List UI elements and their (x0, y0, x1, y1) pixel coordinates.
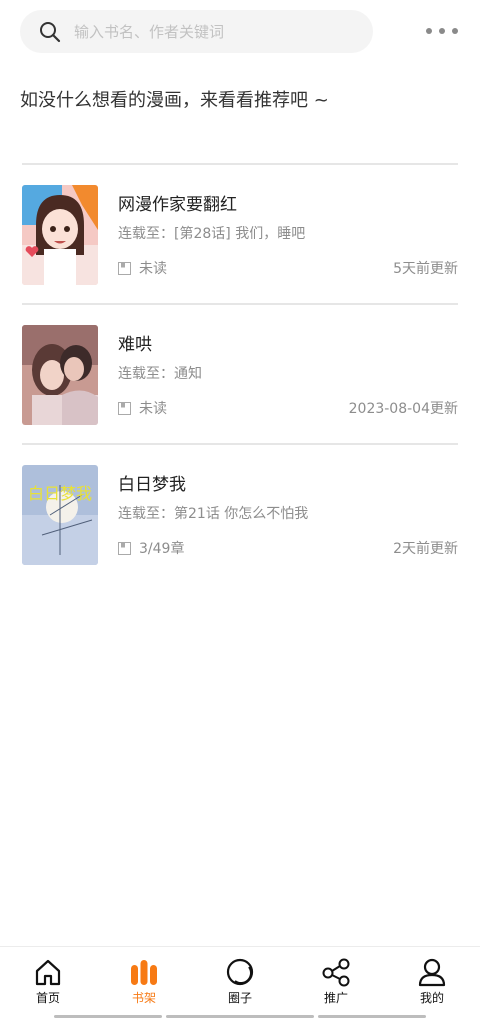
comic-cover[interactable]: 白日梦我 (22, 465, 98, 565)
search-bar[interactable]: 输入书名、作者关键词 (20, 10, 373, 53)
comic-cover[interactable] (22, 325, 98, 425)
bookshelf-icon (131, 960, 157, 985)
comic-cover[interactable] (22, 185, 98, 285)
bookshelf-list: 网漫作家要翻红 连载至：[第28话] 我们，睡吧 未读 5天前更新 难哄 连载至… (22, 163, 458, 583)
progress-label: 未读 (139, 261, 167, 277)
recommend-tip[interactable]: 如没什么想看的漫画，来看看推荐吧 ~ (20, 86, 329, 112)
read-progress: 3/49章 (118, 538, 184, 558)
bottom-nav: 首页 书架 圈子 推广 我的 (0, 946, 480, 1020)
nav-circle[interactable]: 圈子 (192, 957, 288, 1006)
latest-chapter: 连载至：[第28话] 我们，睡吧 (118, 226, 306, 242)
home-indicator (318, 1015, 426, 1018)
read-progress: 未读 (118, 398, 167, 418)
nav-label: 推广 (323, 991, 348, 1005)
latest-chapter: 连载至：通知 (118, 366, 202, 382)
comic-title: 网漫作家要翻红 (118, 195, 237, 215)
home-indicator (166, 1015, 314, 1018)
cover-art-3: 白日梦我 (22, 465, 98, 565)
nav-promote[interactable]: 推广 (288, 957, 384, 1006)
book-icon (118, 261, 131, 275)
progress-label: 未读 (139, 401, 167, 417)
nav-bookshelf[interactable]: 书架 (96, 957, 192, 1006)
home-indicator (54, 1015, 162, 1018)
latest-chapter: 连载至：第21话 你怎么不怕我 (118, 506, 309, 522)
list-item[interactable]: 白日梦我 白日梦我 连载至：第21话 你怎么不怕我 3/49章 2天前更新 (22, 443, 458, 583)
list-item[interactable]: 难哄 连载至：通知 未读 2023-08-04更新 (22, 303, 458, 443)
update-time: 5天前更新 (393, 261, 458, 277)
circle-icon (226, 958, 254, 986)
search-input[interactable]: 输入书名、作者关键词 (74, 21, 224, 42)
nav-me[interactable]: 我的 (384, 957, 480, 1006)
cover-art-2 (22, 325, 98, 425)
nav-label: 我的 (419, 991, 444, 1005)
book-icon (118, 401, 131, 415)
home-icon (35, 959, 61, 986)
nav-label: 圈子 (227, 991, 252, 1005)
update-time: 2天前更新 (393, 541, 458, 557)
update-time: 2023-08-04更新 (348, 401, 458, 417)
share-icon (322, 958, 350, 987)
comic-title: 白日梦我 (118, 475, 186, 495)
book-icon (118, 541, 131, 555)
cover-title-text: 白日梦我 (28, 484, 92, 503)
nav-home[interactable]: 首页 (0, 957, 96, 1006)
nav-label: 首页 (35, 991, 60, 1005)
more-dots-icon (426, 28, 432, 34)
search-icon (40, 21, 61, 42)
read-progress: 未读 (118, 258, 167, 278)
cover-art-1 (22, 185, 98, 285)
list-item[interactable]: 网漫作家要翻红 连载至：[第28话] 我们，睡吧 未读 5天前更新 (22, 163, 458, 303)
user-icon (418, 958, 446, 987)
progress-label: 3/49章 (139, 541, 185, 557)
more-button[interactable] (426, 26, 458, 36)
nav-label: 书架 (131, 991, 156, 1005)
comic-title: 难哄 (118, 335, 152, 355)
